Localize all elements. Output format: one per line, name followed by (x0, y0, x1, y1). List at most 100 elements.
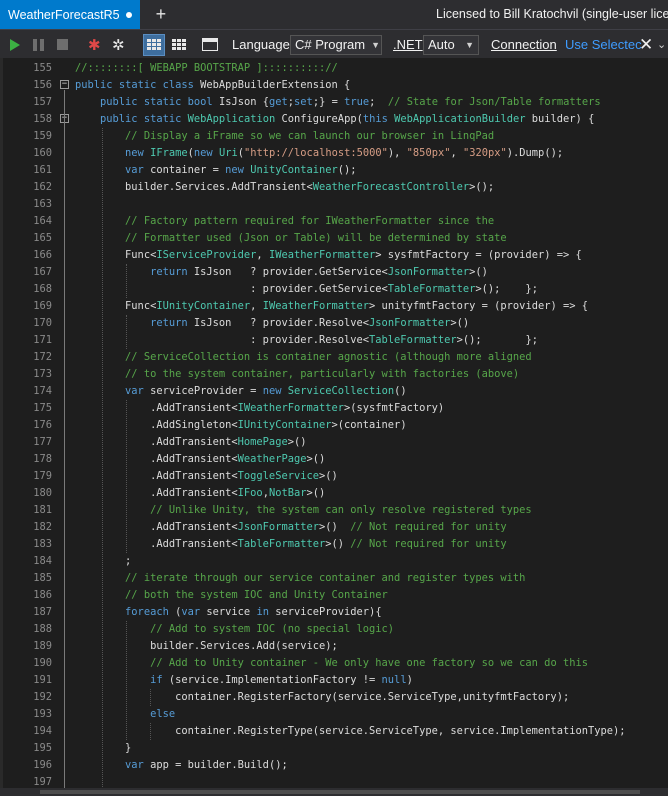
code-line[interactable]: 181 // Unlike Unity, the system can only… (0, 502, 668, 519)
code-text: //::::::::[ WEBAPP BOOTSTRAP ]::::::::::… (75, 62, 338, 74)
code-text: // Formatter used (Json or Table) will b… (125, 232, 507, 244)
code-line[interactable]: 160 new IFrame(new Uri("http://localhost… (0, 145, 668, 162)
indent-guide (126, 264, 127, 298)
code-line[interactable]: 167 return IsJson ? provider.GetService<… (0, 264, 668, 281)
language-label: Language (232, 37, 290, 52)
close-connection-button[interactable]: ✕ (639, 30, 653, 59)
code-line[interactable]: 187 foreach (var service in serviceProvi… (0, 604, 668, 621)
code-line[interactable]: 162 builder.Services.AddTransient<Weathe… (0, 179, 668, 196)
results-to-rich-text-button[interactable] (143, 30, 165, 59)
code-line[interactable]: 186 // both the system IOC and Unity Con… (0, 587, 668, 604)
code-line[interactable]: 169 Func<IUnityContainer, IWeatherFormat… (0, 298, 668, 315)
code-line[interactable]: 158− public static WebApplication Config… (0, 111, 668, 128)
code-line[interactable]: 195 } (0, 740, 668, 757)
line-number: 191 (33, 674, 52, 686)
code-line[interactable]: 172 // ServiceCollection is container ag… (0, 349, 668, 366)
line-number: 192 (33, 691, 52, 703)
line-number: 157 (33, 96, 52, 108)
line-number: 178 (33, 453, 52, 465)
bug-icon: ✱ (88, 36, 101, 54)
code-line[interactable]: 165 // Formatter used (Json or Table) wi… (0, 230, 668, 247)
code-line[interactable]: 161 var container = new UnityContainer()… (0, 162, 668, 179)
net-version-value: Auto (428, 37, 455, 52)
results-grid-icon (143, 33, 165, 56)
use-selected-link[interactable]: Use Selectec (565, 30, 642, 59)
license-text: Licensed to Bill Kratochvil (single-user… (436, 7, 668, 21)
unsaved-dot-icon (125, 11, 132, 18)
chevron-down-icon: ⌄ (657, 39, 667, 51)
code-line[interactable]: 179 .AddTransient<ToggleService>() (0, 468, 668, 485)
code-line[interactable]: 197 (0, 774, 668, 788)
code-line[interactable]: 157 public static bool IsJson {get;set;}… (0, 94, 668, 111)
chevron-down-icon: ▼ (465, 39, 474, 50)
code-line[interactable]: 184 ; (0, 553, 668, 570)
line-number: 166 (33, 249, 52, 261)
stop-icon (57, 39, 68, 50)
code-line[interactable]: 182 .AddTransient<JsonFormatter>() // No… (0, 519, 668, 536)
code-text: var container = new UnityContainer(); (125, 164, 357, 176)
code-line[interactable]: 155 //::::::::[ WEBAPP BOOTSTRAP ]:::::::… (0, 60, 668, 77)
collapse-region-icon[interactable]: − (60, 80, 69, 89)
code-line[interactable]: 183 .AddTransient<TableFormatter>() // N… (0, 536, 668, 553)
horizontal-scrollbar[interactable] (0, 788, 668, 796)
play-icon (10, 38, 20, 51)
code-text: public static class WebAppBuilderExtensi… (75, 79, 351, 91)
code-line[interactable]: 171 : provider.Resolve<TableFormatter>()… (0, 332, 668, 349)
code-editor[interactable]: 155 //::::::::[ WEBAPP BOOTSTRAP ]:::::::… (0, 58, 668, 788)
line-number: 162 (33, 181, 52, 193)
code-line[interactable]: 188 // Add to system IOC (no special log… (0, 621, 668, 638)
run-button[interactable] (10, 30, 20, 59)
code-line[interactable]: 174 var serviceProvider = new ServiceCol… (0, 383, 668, 400)
code-line[interactable]: 166 Func<IServiceProvider, IWeatherForma… (0, 247, 668, 264)
code-text: .AddTransient<IFoo,NotBar>() (75, 487, 326, 499)
connection-dropdown-button[interactable]: ⌄ (657, 30, 666, 59)
code-line[interactable]: 192 container.RegisterFactory(service.Se… (0, 689, 668, 706)
code-line[interactable]: 173 // to the system container, particul… (0, 366, 668, 383)
scrollbar-thumb[interactable] (40, 790, 640, 794)
code-line[interactable]: 159 // Display a iFrame so we can launch… (0, 128, 668, 145)
language-select[interactable]: C# Program ▼ (290, 30, 382, 59)
results-to-grid-button[interactable] (168, 30, 190, 59)
code-line[interactable]: 156− public static class WebAppBuilderExt… (0, 77, 668, 94)
code-line[interactable]: 196 var app = builder.Build(); (0, 757, 668, 774)
code-line[interactable]: 193 else (0, 706, 668, 723)
net-version-select[interactable]: Auto ▼ (423, 30, 479, 59)
line-number: 185 (33, 572, 52, 584)
code-text: // Unlike Unity, the system can only res… (150, 504, 532, 516)
line-number: 161 (33, 164, 52, 176)
line-number: 182 (33, 521, 52, 533)
code-text: container.RegisterType(service.ServiceTy… (75, 725, 626, 737)
stop-button[interactable] (57, 30, 68, 59)
toggle-panel-button[interactable] (202, 30, 218, 59)
code-line[interactable]: 178 .AddTransient<WeatherPage>() (0, 451, 668, 468)
code-line[interactable]: 190 // Add to Unity container - We only … (0, 655, 668, 672)
code-line[interactable]: 175 .AddTransient<IWeatherFormatter>(sys… (0, 400, 668, 417)
debug-button[interactable]: ✱ (88, 30, 101, 59)
pause-icon (33, 38, 44, 51)
pause-button[interactable] (33, 30, 44, 59)
code-line[interactable]: 164 // Factory pattern required for IWea… (0, 213, 668, 230)
line-number: 164 (33, 215, 52, 227)
code-line[interactable]: 163 (0, 196, 668, 213)
line-number: 188 (33, 623, 52, 635)
code-line[interactable]: 180 .AddTransient<IFoo,NotBar>() (0, 485, 668, 502)
tab-weatherforecastr5[interactable]: WeatherForecastR5 (0, 0, 140, 29)
line-number: 158 (33, 113, 52, 125)
code-line[interactable]: 191 if (service.ImplementationFactory !=… (0, 672, 668, 689)
new-tab-plus-icon[interactable]: + (156, 0, 167, 29)
line-number: 160 (33, 147, 52, 159)
code-text: .AddTransient<ToggleService>() (75, 470, 338, 482)
language-select-value: C# Program (295, 37, 366, 52)
code-line[interactable]: 168 : provider.GetService<TableFormatter… (0, 281, 668, 298)
line-number: 159 (33, 130, 52, 142)
connection-label[interactable]: Connection (491, 30, 557, 59)
code-line[interactable]: 189 builder.Services.Add(service); (0, 638, 668, 655)
line-number: 194 (33, 725, 52, 737)
code-line[interactable]: 170 return IsJson ? provider.Resolve<Jso… (0, 315, 668, 332)
debug-alt-button[interactable]: ✲ (112, 30, 125, 59)
code-line[interactable]: 176 .AddSingleton<IUnityContainer>(conta… (0, 417, 668, 434)
code-line[interactable]: 185 // iterate through our service conta… (0, 570, 668, 587)
code-line[interactable]: 194 container.RegisterType(service.Servi… (0, 723, 668, 740)
line-number: 172 (33, 351, 52, 363)
code-line[interactable]: 177 .AddTransient<HomePage>() (0, 434, 668, 451)
